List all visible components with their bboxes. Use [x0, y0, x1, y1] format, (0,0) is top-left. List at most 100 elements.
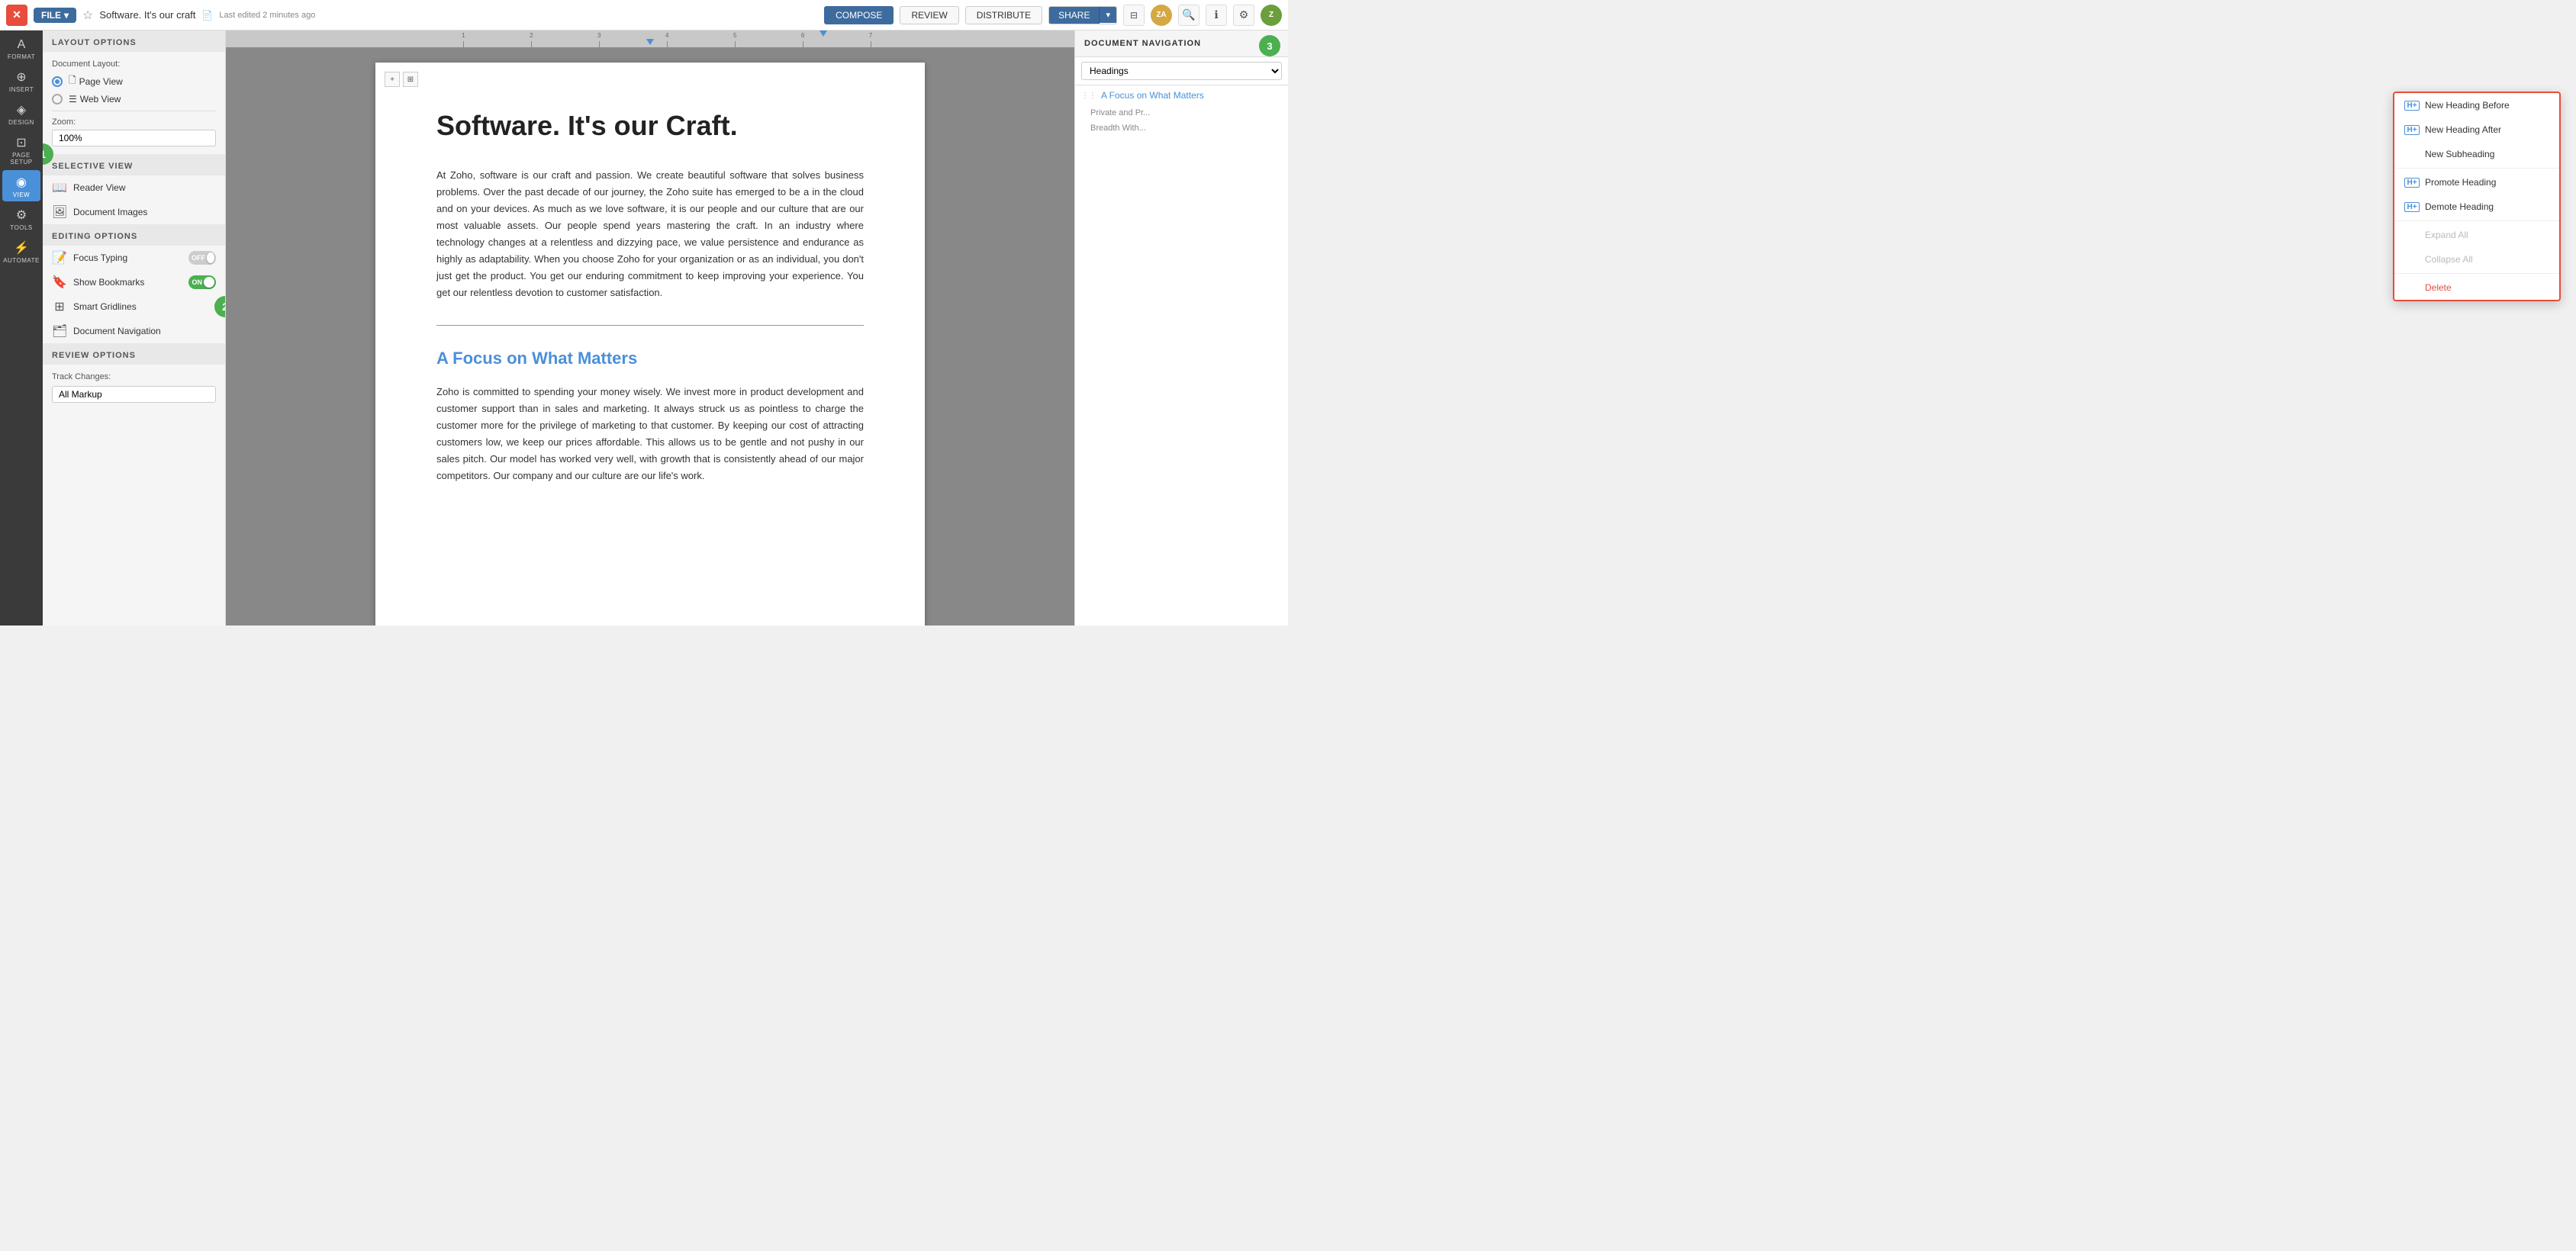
file-label: FILE	[41, 10, 61, 21]
ctx-divider-2	[2394, 220, 2559, 221]
share-button[interactable]: SHARE	[1049, 7, 1100, 24]
selective-view-section: SELECTIVE VIEW 1 📖 Reader View 🖼 Documen…	[43, 154, 225, 224]
share-dropdown-arrow[interactable]: ▾	[1100, 7, 1116, 23]
view-label: VIEW	[13, 191, 30, 198]
layout-options-content: Document Layout: 🗋 Page View ☰ Web View …	[43, 52, 225, 154]
zoom-label: Zoom:	[52, 117, 216, 127]
show-bookmarks-toggle[interactable]: ON	[188, 275, 216, 289]
ctx-divider-3	[2394, 273, 2559, 274]
document-navigation-row[interactable]: 🗂 Document Navigation	[43, 319, 225, 343]
insert-label: INSERT	[9, 86, 34, 93]
nav-filter-row: Headings Bookmarks Comments	[1075, 57, 1288, 85]
distribute-button[interactable]: DISTRIBUTE	[965, 6, 1042, 24]
new-subheading-icon	[2405, 148, 2419, 160]
nav-panel-header: DOCUMENT NAVIGATION 3 ✕	[1075, 31, 1288, 57]
nav-item-focus[interactable]: ⋮⋮ A Focus on What Matters	[1075, 85, 1288, 105]
ruler: 1 2 3 4 5 6 7	[226, 31, 1074, 47]
page-add-icon[interactable]: +	[385, 72, 400, 87]
present-icon[interactable]: ⊟	[1123, 5, 1145, 26]
sidebar-item-page-setup[interactable]: ⊡ PAGE SETUP	[2, 130, 40, 169]
file-menu-button[interactable]: FILE ▾	[34, 8, 76, 23]
ctx-new-heading-after[interactable]: H+ New Heading After	[2394, 117, 2559, 142]
focus-typing-icon: 📝	[52, 250, 67, 265]
zoom-select[interactable]: 100% 75% 125% 150%	[52, 130, 216, 146]
share-group: SHARE ▾	[1048, 6, 1117, 24]
ctx-new-subheading-label: New Subheading	[2425, 149, 2494, 159]
document-page: + ⊞ Software. It's our Craft. At Zoho, s…	[375, 63, 925, 626]
show-bookmarks-label: Show Bookmarks	[73, 277, 144, 288]
nav-item-breadth[interactable]: Breadth With...	[1075, 121, 1288, 136]
ctx-new-subheading[interactable]: New Subheading	[2394, 142, 2559, 166]
nav-item-private[interactable]: Private and Pr...	[1075, 105, 1288, 121]
ctx-new-heading-after-label: New Heading After	[2425, 124, 2501, 135]
sidebar-item-insert[interactable]: ⊕ INSERT	[2, 65, 40, 96]
reader-view-icon: 📖	[52, 180, 67, 195]
sidebar-item-design[interactable]: ◈ DESIGN	[2, 98, 40, 129]
design-label: DESIGN	[8, 119, 34, 126]
show-bookmarks-row[interactable]: 🔖 Show Bookmarks ON	[43, 270, 225, 294]
page-grid-icon[interactable]: ⊞	[403, 72, 418, 87]
topbar: ✕ FILE ▾ ☆ Software. It's our craft 📄 La…	[0, 0, 1288, 31]
page-view-icon: 🗋	[69, 73, 76, 89]
settings-icon[interactable]: ⚙	[1233, 5, 1254, 26]
demote-heading-icon: H+	[2405, 201, 2419, 213]
favorite-star-icon[interactable]: ☆	[82, 8, 93, 23]
options-panel: LAYOUT OPTIONS Document Layout: 🗋 Page V…	[43, 31, 226, 626]
show-bookmarks-toggle-label: ON	[192, 278, 203, 286]
page-setup-label: PAGE SETUP	[4, 152, 39, 166]
document-navigation-panel: DOCUMENT NAVIGATION 3 ✕ Headings Bookmar…	[1074, 31, 1288, 626]
document-main-title: Software. It's our Craft.	[436, 108, 864, 144]
sidebar-item-format[interactable]: A FORMAT	[2, 34, 40, 63]
editing-options-title: EDITING OPTIONS	[43, 224, 225, 246]
user-avatar-1[interactable]: ZA	[1151, 5, 1172, 26]
web-view-radio[interactable]	[52, 94, 63, 105]
page-view-label: Page View	[79, 76, 123, 87]
format-icon: A	[18, 38, 26, 52]
compose-button[interactable]: COMPOSE	[824, 6, 894, 24]
smart-gridlines-row[interactable]: ⊞ Smart Gridlines 2	[43, 294, 225, 319]
focus-typing-toggle[interactable]: OFF	[188, 251, 216, 265]
document-scroll[interactable]: + ⊞ Software. It's our Craft. At Zoho, s…	[226, 47, 1074, 626]
context-menu: H+ New Heading Before H+ New Heading Aft…	[2393, 92, 2561, 301]
file-arrow-icon: ▾	[64, 10, 69, 21]
focus-typing-toggle-label: OFF	[192, 254, 205, 262]
ctx-demote-heading[interactable]: H+ Demote Heading	[2394, 195, 2559, 219]
expand-all-icon	[2405, 229, 2419, 241]
selective-view-title: SELECTIVE VIEW	[43, 154, 225, 175]
smart-gridlines-label: Smart Gridlines	[73, 301, 137, 312]
ctx-new-heading-before[interactable]: H+ New Heading Before	[2394, 93, 2559, 117]
track-changes-select[interactable]: All Markup No Markup Original	[52, 386, 216, 403]
reader-view-row[interactable]: 📖 Reader View	[43, 175, 225, 200]
sidebar-item-automate[interactable]: ⚡ AUTOMATE	[2, 236, 40, 267]
automate-icon: ⚡	[14, 240, 29, 256]
nav-item-2-label: Private and Pr...	[1090, 108, 1150, 117]
ctx-collapse-all: Collapse All	[2394, 247, 2559, 272]
info-icon[interactable]: ℹ	[1206, 5, 1227, 26]
document-images-icon: 🖼	[52, 204, 67, 220]
delete-icon	[2405, 281, 2419, 294]
close-button[interactable]: ✕	[6, 5, 27, 26]
review-button[interactable]: REVIEW	[900, 6, 958, 24]
nav-badge-container: 3 ✕	[1270, 37, 1279, 50]
user-avatar-2[interactable]: Z	[1261, 5, 1282, 26]
nav-filter-select[interactable]: Headings Bookmarks Comments	[1081, 62, 1282, 80]
show-bookmarks-knob	[204, 277, 214, 288]
sidebar-item-tools[interactable]: ⚙ TOOLS	[2, 203, 40, 234]
editing-options-section: EDITING OPTIONS 📝 Focus Typing OFF 🔖 Sho…	[43, 224, 225, 343]
sidebar-item-view[interactable]: ◉ VIEW	[2, 170, 40, 201]
nav-item-3-label: Breadth With...	[1090, 124, 1146, 133]
track-changes-label: Track Changes:	[52, 372, 216, 381]
page-view-radio[interactable]	[52, 76, 63, 87]
focus-typing-row[interactable]: 📝 Focus Typing OFF	[43, 246, 225, 270]
content-area: 1 2 3 4 5 6 7 + ⊞	[226, 31, 1074, 626]
ctx-delete-label: Delete	[2425, 282, 2452, 293]
document-images-row[interactable]: 🖼 Document Images	[43, 200, 225, 224]
ctx-expand-all: Expand All	[2394, 223, 2559, 247]
document-paragraph-2: Zoho is committed to spending your money…	[436, 384, 864, 485]
smart-gridlines-icon: ⊞	[52, 299, 67, 314]
search-icon[interactable]: 🔍	[1178, 5, 1199, 26]
ctx-promote-heading[interactable]: H+ Promote Heading	[2394, 170, 2559, 195]
web-view-icon: ☰	[69, 94, 77, 105]
review-options-title: REVIEW OPTIONS	[43, 343, 225, 365]
ctx-delete[interactable]: Delete	[2394, 275, 2559, 300]
